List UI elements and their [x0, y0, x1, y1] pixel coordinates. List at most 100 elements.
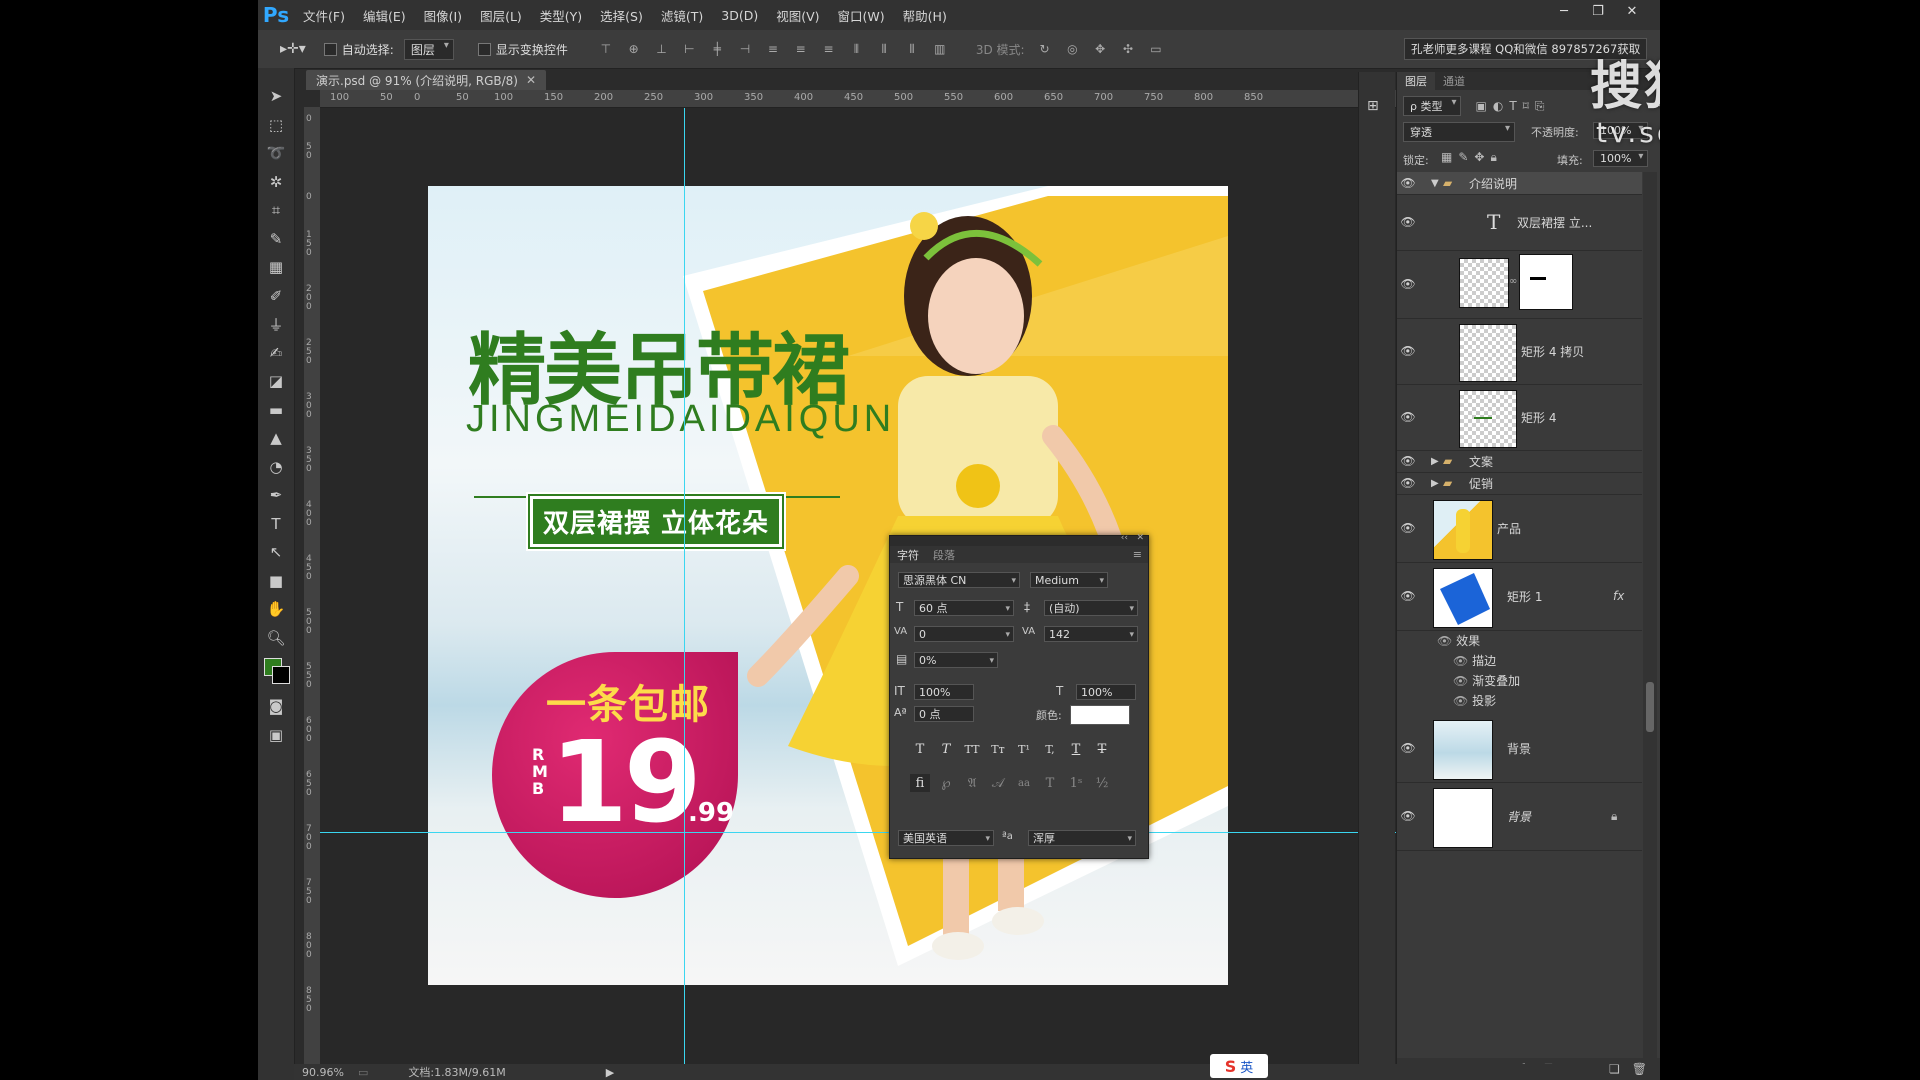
slide-3d-icon[interactable]: ✣ — [1119, 40, 1137, 58]
visibility-eye-icon[interactable]: 👁︎ — [1397, 741, 1419, 755]
dodge-tool-icon[interactable]: ◔ — [258, 453, 294, 482]
pen-tool-icon[interactable]: ✒ — [258, 481, 294, 510]
status-menu-arrow-icon[interactable]: ▶ — [606, 1066, 614, 1079]
collapse-icon[interactable]: ‹‹ — [1121, 533, 1128, 543]
faux-bold-button[interactable]: T — [910, 740, 930, 758]
layer-rect4[interactable]: 👁︎ 矩形 4 — [1397, 384, 1642, 451]
show-transform-checkbox[interactable] — [477, 42, 491, 56]
distribute-right-icon[interactable]: ⦀ — [903, 40, 921, 58]
small-caps-button[interactable]: Tт — [988, 740, 1008, 758]
group-expand-icon[interactable]: ▼ — [1431, 178, 1439, 189]
layer-rect4-copy[interactable]: 👁︎ 矩形 4 拷贝 — [1397, 318, 1642, 385]
close-panel-icon[interactable]: ✕ — [1136, 533, 1144, 543]
ordinal-st-icon[interactable]: 1ˢ — [1066, 774, 1086, 792]
tab-paragraph[interactable]: 段落 — [926, 547, 962, 563]
kerning-field[interactable]: 0 — [914, 626, 1014, 643]
stylistic-alt-icon[interactable]: 𝒜 — [988, 774, 1008, 792]
color-swatch[interactable] — [1070, 705, 1130, 725]
restore-icon[interactable]: ❐ — [1582, 0, 1614, 22]
effect-drop-shadow[interactable]: 👁︎ 投影 — [1437, 692, 1520, 712]
history-panel-icon[interactable]: ⊞ — [1367, 98, 1387, 118]
tab-character[interactable]: 字符 — [890, 547, 926, 563]
char-panel-titlebar[interactable]: ‹‹ ✕ — [890, 533, 1148, 546]
close-tab-icon[interactable]: ✕ — [526, 73, 536, 87]
distribute-vcenter-icon[interactable]: ≡ — [792, 40, 810, 58]
layer-group-promo[interactable]: 👁︎ ▶ ▰ 促销 — [1397, 472, 1642, 495]
horizontal-scale-field[interactable]: 100% — [1076, 684, 1136, 700]
align-left-icon[interactable]: ⊢ — [680, 40, 698, 58]
filter-smart-icon[interactable]: ⎘ — [1535, 99, 1545, 114]
layer-rect1[interactable]: 👁︎ 矩形 1 fx — [1397, 562, 1642, 631]
effects-header[interactable]: 👁︎ 效果 — [1437, 632, 1520, 652]
vertical-guide[interactable] — [684, 108, 685, 1064]
menu-help[interactable]: 帮助(H) — [894, 6, 956, 25]
language-select[interactable]: 美国英语 — [898, 830, 994, 847]
menu-layer[interactable]: 图层(L) — [471, 6, 531, 25]
tracking-field[interactable]: 142 — [1044, 626, 1138, 643]
vertical-scale-field[interactable]: 100% — [914, 684, 974, 700]
zoom-tool-icon[interactable]: 🔍︎ — [258, 624, 294, 653]
lasso-tool-icon[interactable]: ➰ — [258, 139, 294, 168]
move-tool-icon[interactable]: ▸✛▾ — [280, 41, 306, 57]
menu-edit[interactable]: 编辑(E) — [354, 6, 415, 25]
distribute-left-icon[interactable]: ⦀ — [847, 40, 865, 58]
antialias-select[interactable]: 浑厚 — [1028, 830, 1136, 847]
color-swatches[interactable] — [258, 652, 294, 692]
group-expand-icon[interactable]: ▶ — [1431, 456, 1439, 467]
lock-icons[interactable]: ▦✎✥🔒︎ — [1441, 150, 1503, 165]
visibility-eye-icon[interactable]: 👁︎ — [1397, 454, 1419, 468]
fill-field[interactable]: 100% — [1593, 150, 1649, 167]
layer-mask-thumbnail[interactable] — [1519, 254, 1573, 310]
menu-view[interactable]: 视图(V) — [767, 6, 828, 25]
layer-group-copy[interactable]: 👁︎ ▶ ▰ 文案 — [1397, 450, 1642, 473]
distribute-top-icon[interactable]: ≡ — [764, 40, 782, 58]
visibility-eye-icon[interactable]: 👁︎ — [1397, 215, 1419, 229]
menu-3d[interactable]: 3D(D) — [712, 8, 767, 23]
rectangle-tool-icon[interactable]: ■ — [258, 567, 294, 596]
layer-bg-image[interactable]: 👁︎ 背景 — [1397, 714, 1642, 783]
font-style-select[interactable]: Medium — [1030, 572, 1108, 589]
document-tab[interactable]: 演示.psd @ 91% (介绍说明, RGB/8) ✕ — [306, 70, 547, 90]
visibility-eye-icon[interactable]: 👁︎ — [1397, 589, 1419, 603]
font-size-field[interactable]: 60 点 — [914, 600, 1014, 617]
menu-type[interactable]: 类型(Y) — [531, 6, 591, 25]
old-style-icon[interactable]: ℘ — [936, 774, 956, 792]
layer-product[interactable]: 👁︎ 产品 — [1397, 494, 1642, 563]
blur-tool-icon[interactable]: ▲ — [258, 424, 294, 453]
move-tool-icon[interactable]: ➤ — [258, 82, 294, 111]
eyedropper-icon[interactable]: ✎ — [258, 225, 294, 254]
fractions-icon[interactable]: ½ — [1092, 774, 1112, 792]
clone-stamp-icon[interactable]: ⏚ — [258, 310, 294, 339]
faux-italic-button[interactable]: T — [936, 740, 956, 758]
orbit-3d-icon[interactable]: ↻ — [1036, 40, 1054, 58]
hand-tool-icon[interactable]: ✋ — [258, 595, 294, 624]
visibility-eye-icon[interactable]: 👁︎ — [1397, 176, 1419, 190]
menu-select[interactable]: 选择(S) — [591, 6, 652, 25]
distribute-hcenter-icon[interactable]: ⦀ — [875, 40, 893, 58]
drag-3d-icon[interactable]: ✥ — [1091, 40, 1109, 58]
leading-field[interactable]: (自动) — [1044, 600, 1138, 617]
menu-image[interactable]: 图像(I) — [415, 6, 471, 25]
tab-layers[interactable]: 图层 — [1397, 72, 1435, 90]
history-brush-icon[interactable]: ✍ — [258, 339, 294, 368]
effect-gradient-overlay[interactable]: 👁︎ 渐变叠加 — [1437, 672, 1520, 692]
brush-tool-icon[interactable]: ✐ — [258, 282, 294, 311]
eraser-icon[interactable]: ◪ — [258, 367, 294, 396]
layer-text[interactable]: 👁︎ T 双层裙摆 立... — [1397, 194, 1642, 251]
visibility-eye-icon[interactable]: 👁︎ — [1397, 410, 1419, 424]
gradient-tool-icon[interactable]: ▬ — [258, 396, 294, 425]
filter-type-icon[interactable]: T — [1509, 99, 1516, 113]
link-icon[interactable]: ∞ — [1509, 276, 1517, 287]
baseline-field[interactable]: 0 点 — [914, 706, 974, 722]
menu-window[interactable]: 窗口(W) — [829, 6, 894, 25]
align-bottom-icon[interactable]: ⊥ — [653, 40, 671, 58]
align-hcenter-icon[interactable]: ╪ — [708, 40, 726, 58]
strikethrough-button[interactable]: T — [1092, 740, 1112, 758]
ligature-icon[interactable]: ﬁ — [910, 774, 930, 792]
minimize-icon[interactable]: ─ — [1548, 0, 1580, 22]
auto-select-dropdown[interactable]: 图层 — [403, 38, 454, 60]
new-layer-icon[interactable]: ❏ — [1609, 1062, 1620, 1076]
panel-menu-icon[interactable]: ≡ — [1133, 548, 1142, 561]
roll-3d-icon[interactable]: ◎ — [1063, 40, 1081, 58]
background-color[interactable] — [272, 666, 290, 684]
